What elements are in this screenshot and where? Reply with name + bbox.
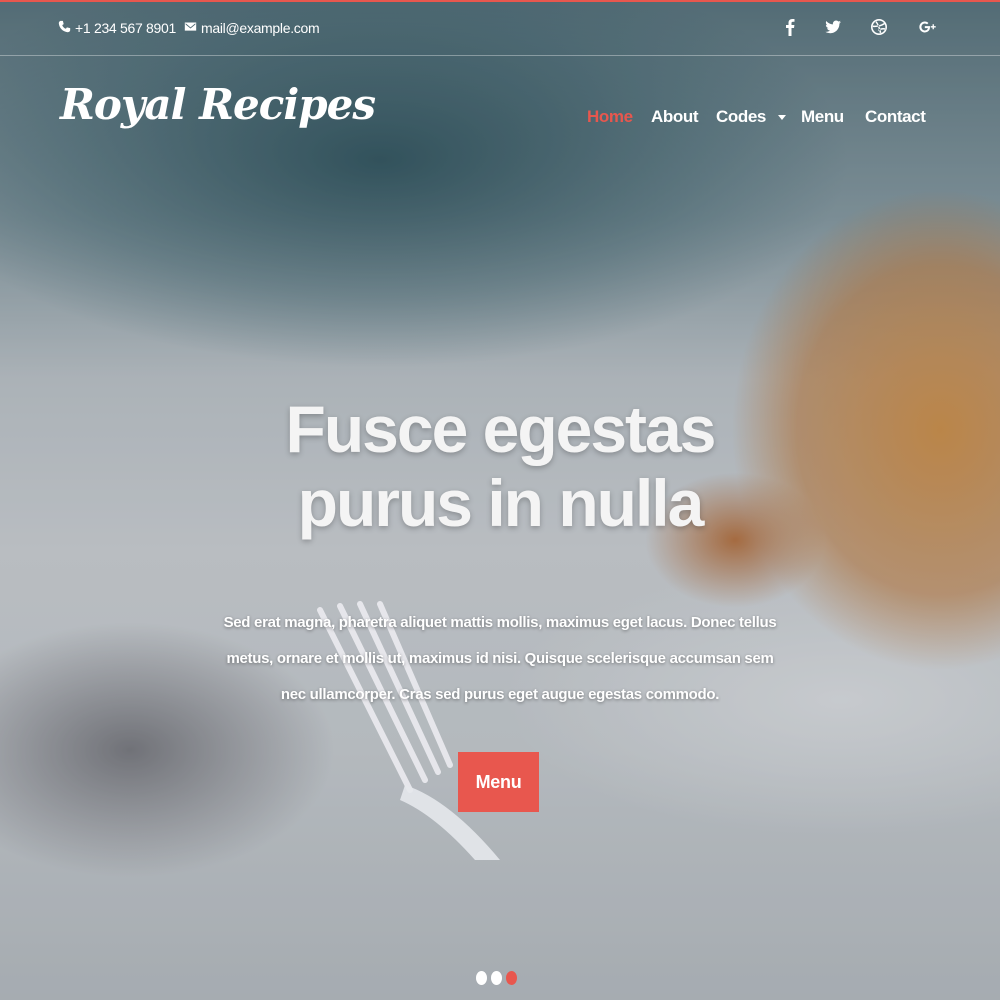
google-plus-icon bbox=[918, 17, 938, 42]
nav-home[interactable]: Home bbox=[587, 104, 633, 130]
google-plus-link[interactable] bbox=[917, 18, 939, 40]
nav-about-label: About bbox=[651, 107, 699, 126]
hero-menu-button-label: Menu bbox=[475, 771, 522, 792]
slider-dot-2[interactable] bbox=[491, 971, 502, 985]
twitter-icon bbox=[823, 17, 843, 42]
email-contact[interactable]: mail@example.com bbox=[184, 20, 320, 36]
caret-down-icon bbox=[777, 114, 786, 120]
hero-description: Sed erat magna, pharetra aliquet mattis … bbox=[223, 614, 777, 703]
slider-pagination bbox=[476, 971, 517, 985]
phone-contact[interactable]: +1 234 567 8901 bbox=[58, 20, 176, 36]
page: +1 234 567 8901 mail@example.com Royal R… bbox=[0, 0, 1000, 1000]
dribbble-icon bbox=[869, 17, 889, 42]
nav-contact[interactable]: Contact bbox=[865, 104, 926, 130]
site-logo[interactable]: Royal Recipes bbox=[60, 80, 376, 129]
phone-icon bbox=[58, 20, 71, 36]
twitter-link[interactable] bbox=[822, 18, 844, 40]
nav-codes[interactable]: Codes bbox=[716, 104, 786, 130]
top-contact-bar: +1 234 567 8901 mail@example.com bbox=[0, 2, 1000, 56]
nav-menu[interactable]: Menu bbox=[801, 104, 844, 130]
facebook-link[interactable] bbox=[779, 18, 801, 40]
nav-home-label: Home bbox=[587, 107, 633, 126]
envelope-icon bbox=[184, 20, 197, 36]
nav-codes-label: Codes bbox=[716, 107, 766, 126]
nav-contact-label: Contact bbox=[865, 107, 926, 126]
facebook-icon bbox=[780, 17, 800, 42]
phone-number: +1 234 567 8901 bbox=[75, 20, 176, 36]
slider-dot-3[interactable] bbox=[506, 971, 517, 985]
email-address: mail@example.com bbox=[201, 20, 320, 36]
hero-title: Fusce egestas purus in nulla bbox=[285, 392, 717, 540]
nav-menu-label: Menu bbox=[801, 107, 844, 126]
hero-menu-button[interactable]: Menu bbox=[458, 752, 539, 812]
nav-about[interactable]: About bbox=[651, 104, 698, 130]
slider-dot-1[interactable] bbox=[476, 971, 487, 985]
dribbble-link[interactable] bbox=[868, 18, 890, 40]
